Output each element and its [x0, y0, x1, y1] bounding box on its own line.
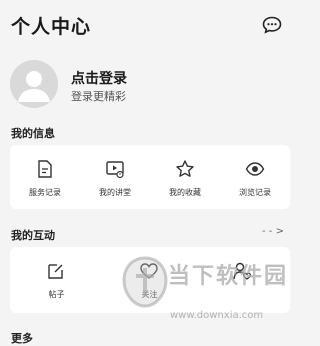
my-info-item-label: 服务记录: [29, 188, 61, 197]
interaction-item-following[interactable]: 关注: [103, 247, 196, 313]
chat-bubble-icon[interactable]: [262, 16, 282, 34]
more-link-text: - - >: [262, 226, 284, 237]
interaction-item-fans[interactable]: [196, 247, 289, 313]
my-info-item-label: 我的收藏: [169, 188, 201, 197]
star-icon: [175, 159, 195, 179]
my-info-item-browse-history[interactable]: 浏览记录: [220, 145, 290, 209]
interaction-more-link[interactable]: - - >: [262, 226, 284, 237]
heart-icon: [139, 261, 159, 281]
my-info-item-service-records[interactable]: 服务记录: [10, 145, 80, 209]
page-title: 个人中心: [11, 16, 92, 38]
profile-login-area[interactable]: 点击登录 登录更精彩: [0, 60, 300, 112]
section-title-my-info: 我的信息: [11, 127, 55, 140]
header: 个人中心: [0, 0, 300, 52]
edit-square-icon: [46, 261, 66, 281]
section-title-my-interaction: 我的互动: [11, 229, 55, 242]
default-avatar-icon[interactable]: [10, 60, 58, 108]
my-info-item-favorites[interactable]: 我的收藏: [150, 145, 220, 209]
login-title[interactable]: 点击登录: [71, 68, 127, 88]
user-heart-icon: [232, 261, 252, 281]
video-lecture-icon: [105, 159, 125, 179]
interaction-item-posts[interactable]: 帖子: [10, 247, 103, 313]
interaction-item-label: 关注: [141, 290, 158, 299]
my-info-item-my-lectures[interactable]: 我的讲堂: [80, 145, 150, 209]
my-info-card: 服务记录 我的讲堂 我的收藏 浏览记录: [10, 145, 290, 209]
document-icon: [35, 159, 55, 179]
my-interaction-card: 帖子 关注: [10, 247, 290, 313]
section-title-more: 更多: [11, 332, 33, 345]
eye-icon: [245, 159, 265, 179]
my-info-item-label: 浏览记录: [239, 188, 271, 197]
login-subtitle: 登录更精彩: [71, 90, 126, 103]
interaction-item-label: 帖子: [48, 290, 65, 299]
my-info-item-label: 我的讲堂: [99, 188, 131, 197]
